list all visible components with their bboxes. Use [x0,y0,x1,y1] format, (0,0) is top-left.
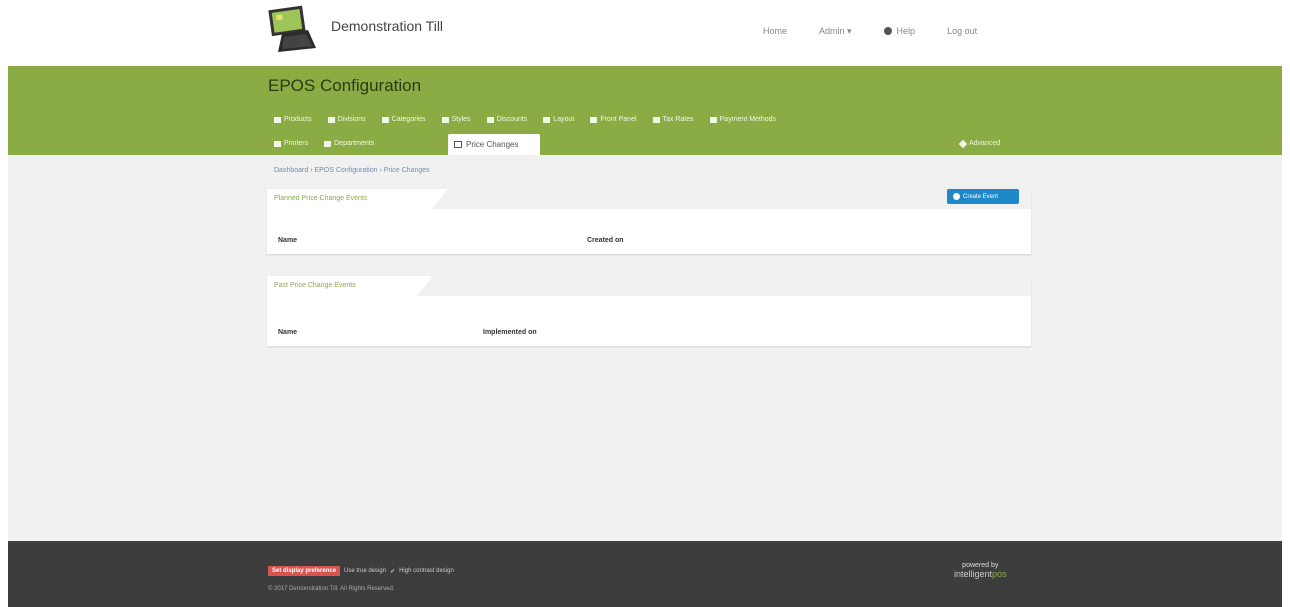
tab-label: Tax Rates [662,116,694,123]
footer [8,541,1282,607]
tax-rates-icon [652,116,660,123]
tab-label: Categories [391,116,426,123]
page-title: EPOS Configuration [268,76,422,95]
tab-label: Divisions [337,116,366,123]
powered-by-label: powered by [962,562,999,569]
tab-products[interactable]: Products [274,116,312,123]
true-design-link[interactable]: Use true design [344,568,386,574]
tabs-row-2: Printers Departments [274,140,390,147]
tab-categories[interactable]: Categories [381,116,426,123]
tab-departments[interactable]: Departments [324,140,374,147]
front-panel-icon [590,116,598,123]
products-icon [274,116,281,123]
tab-label: Discounts [496,116,528,123]
tab-divisions[interactable]: Divisions [327,116,366,123]
tab-price-changes[interactable]: Price Changes [448,134,540,155]
column-header-name[interactable]: Name [278,329,297,336]
display-preference: Set display preference Use true design ✔… [268,566,454,576]
nav-admin[interactable]: Admin ▾ [819,26,852,37]
tab-label: Front Panel [600,116,637,123]
brand-title[interactable]: Demonstration Till [331,18,443,34]
planned-events-panel: Planned Price Change Events Create Event… [267,189,1031,254]
config-banner [8,66,1282,155]
tab-label: Payment Methods [719,116,777,123]
copyright: © 2017 Demonstration Till. All Rights Re… [268,586,395,592]
preference-badge: Set display preference [268,566,341,576]
tab-label: Advanced [969,140,1001,147]
tab-label: Departments [334,140,375,147]
column-header-created-on[interactable]: Created on [587,237,624,244]
nav-logout[interactable]: Log out [947,26,977,37]
categories-icon [381,116,389,123]
tab-layout[interactable]: Layout [543,116,574,123]
tab-advanced[interactable]: Advanced [958,139,1001,148]
high-contrast-link[interactable]: High contrast design [399,568,454,574]
powered-brand: intelligentpos [954,569,1007,579]
tab-discounts[interactable]: Discounts [486,116,528,123]
styles-icon [441,116,449,123]
till-logo-icon [268,5,316,52]
tabs-row-1: Products Divisions Categories Styles Dis… [274,116,792,123]
check-icon: ✔ [390,568,396,575]
tab-label: Styles [451,116,471,123]
powered-by-logo[interactable]: powered by intelligentpos [954,562,1007,579]
wrench-icon [958,139,968,148]
tab-label: Layout [553,116,575,123]
frame-left [0,0,8,607]
printer-icon [274,140,281,147]
top-nav: Home Admin ▾ Help Log out [763,26,1009,37]
plus-icon [953,193,960,200]
discounts-icon [486,116,494,123]
tab-label: Price Changes [466,140,519,149]
price-changes-icon [454,141,462,148]
past-events-title: Past Price Change Events [267,276,433,296]
layout-icon [543,116,551,123]
brand-part-b: pos [992,569,1007,579]
create-event-label: Create Event [963,193,999,200]
tab-tax-rates[interactable]: Tax Rates [652,116,694,123]
brand-part-a: intelligent [954,569,993,579]
tab-front-panel[interactable]: Front Panel [590,116,637,123]
tab-payment-methods[interactable]: Payment Methods [709,116,777,123]
tab-styles[interactable]: Styles [441,116,471,123]
tab-label: Products [284,116,312,123]
column-header-implemented-on[interactable]: Implemented on [483,329,537,336]
nav-help-label: Help [896,26,916,36]
departments-icon [324,140,332,147]
column-header-name[interactable]: Name [278,237,297,244]
tab-label: Printers [284,140,309,147]
help-icon [883,27,892,35]
payment-methods-icon [709,116,717,123]
top-header: Demonstration Till Home Admin ▾ Help Log… [0,0,1290,66]
tab-printers[interactable]: Printers [274,140,308,147]
frame-right [1282,0,1290,607]
breadcrumb[interactable]: Dashboard › EPOS Configuration › Price C… [274,167,430,174]
nav-help[interactable]: Help [883,26,916,37]
planned-events-title: Planned Price Change Events [267,189,448,209]
past-events-panel: Past Price Change Events Name Implemente… [267,276,1031,346]
nav-home[interactable]: Home [763,26,787,37]
create-event-button[interactable]: Create Event [947,189,1019,204]
divisions-icon [327,116,335,123]
